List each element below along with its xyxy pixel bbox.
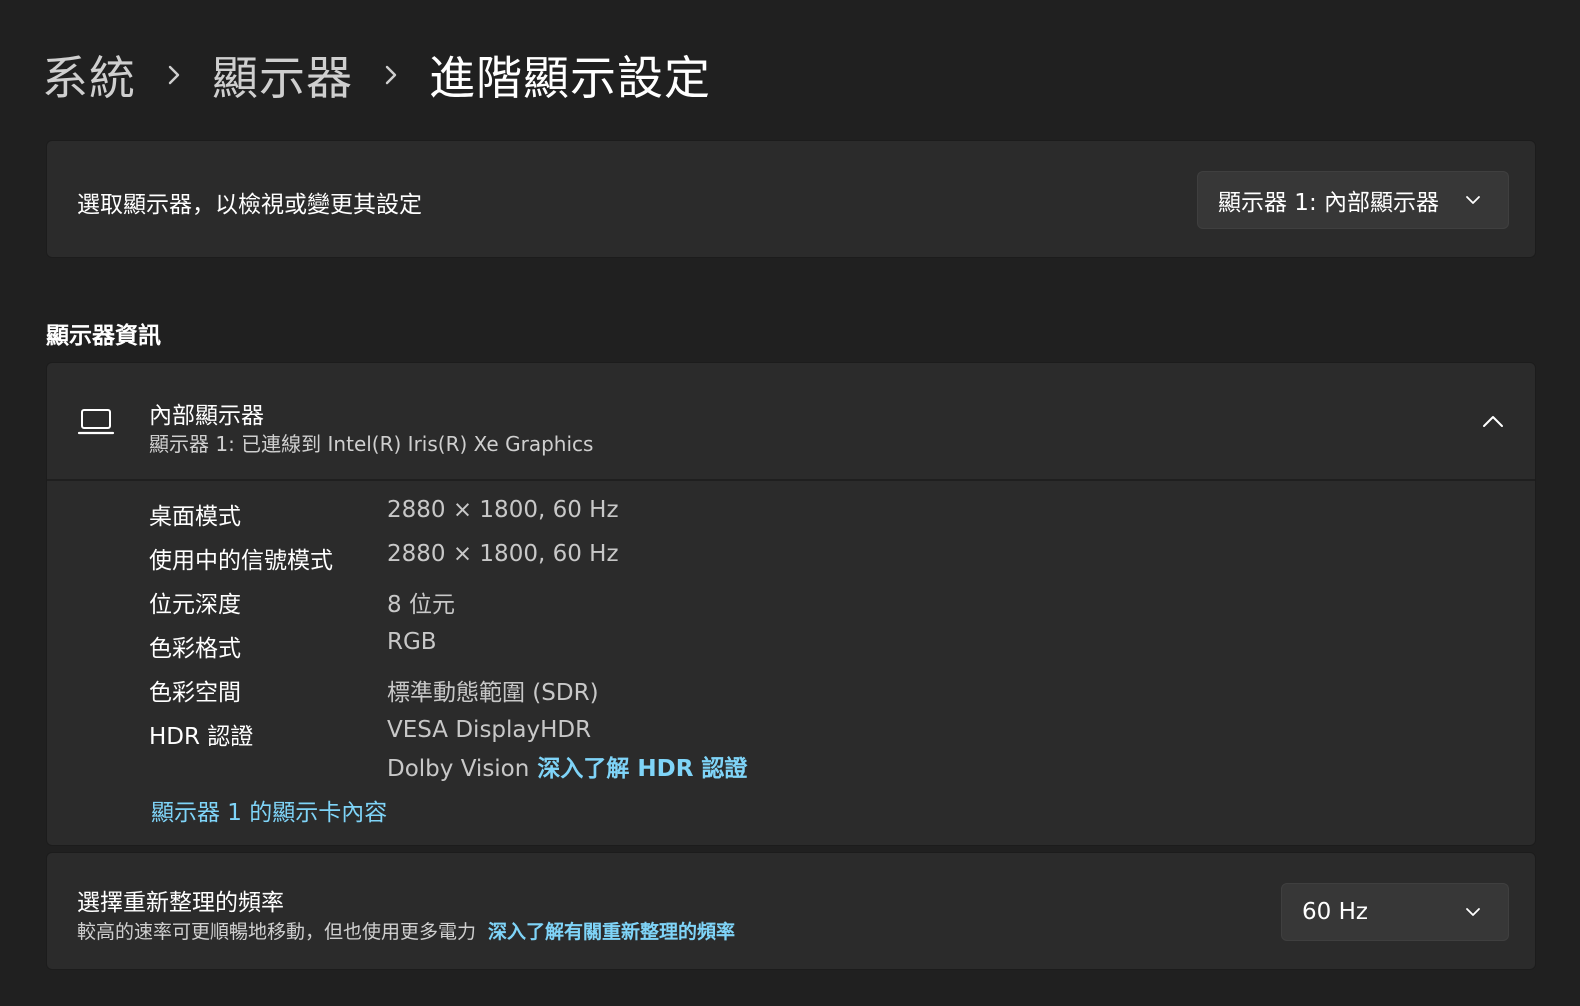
chevron-down-icon xyxy=(1466,908,1480,916)
select-display-card: 選取顯示器，以檢視或變更其設定 顯示器 1: 內部顯示器 xyxy=(46,140,1536,258)
info-value: 標準動態範圍 (SDR) xyxy=(387,680,599,706)
breadcrumb: 系統 顯示器 進階顯示設定 xyxy=(42,40,711,110)
info-value: VESA DisplayHDR xyxy=(387,717,592,743)
chevron-right-icon xyxy=(136,64,212,86)
refresh-rate-dropdown[interactable]: 60 Hz xyxy=(1281,883,1509,941)
info-value: 2880 × 1800, 60 Hz xyxy=(387,497,619,523)
refresh-rate-description: 較高的速率可更順暢地移動，但也使用更多電力 深入了解有關重新整理的頻率 xyxy=(77,917,735,944)
info-key: 色彩空間 xyxy=(149,680,241,706)
refresh-rate-description-text: 較高的速率可更順暢地移動，但也使用更多電力 xyxy=(77,921,477,943)
display-select-value: 顯示器 1: 內部顯示器 xyxy=(1218,190,1440,216)
section-title-display-info: 顯示器資訊 xyxy=(46,323,161,349)
chevron-up-icon xyxy=(1483,416,1503,427)
info-key: HDR 認證 xyxy=(149,724,254,750)
refresh-rate-learn-more-link[interactable]: 深入了解有關重新整理的頻率 xyxy=(488,921,735,943)
info-value: 2880 × 1800, 60 Hz xyxy=(387,541,619,567)
info-value-dolby-vision: Dolby Vision 深入了解 HDR 認證 xyxy=(387,749,747,783)
display-name: 內部顯示器 xyxy=(149,403,264,429)
chevron-right-icon xyxy=(353,64,429,86)
hdr-learn-more-link[interactable]: 深入了解 HDR 認證 xyxy=(537,756,747,782)
select-display-label: 選取顯示器，以檢視或變更其設定 xyxy=(77,192,422,218)
info-key: 使用中的信號模式 xyxy=(149,548,333,574)
page-title: 進階顯示設定 xyxy=(429,51,711,105)
refresh-rate-title: 選擇重新整理的頻率 xyxy=(77,890,284,916)
refresh-rate-value: 60 Hz xyxy=(1302,899,1368,925)
laptop-icon xyxy=(77,409,115,435)
display-select-dropdown[interactable]: 顯示器 1: 內部顯示器 xyxy=(1197,171,1509,229)
collapse-button[interactable] xyxy=(1477,405,1509,437)
chevron-down-icon xyxy=(1466,196,1480,204)
display-info-header[interactable]: 內部顯示器 顯示器 1: 已連線到 Intel(R) Iris(R) Xe Gr… xyxy=(47,363,1535,481)
refresh-rate-card: 選擇重新整理的頻率 較高的速率可更順暢地移動，但也使用更多電力 深入了解有關重新整… xyxy=(46,852,1536,970)
info-value: RGB xyxy=(387,629,437,655)
display-info-details: 桌面模式 2880 × 1800, 60 Hz 使用中的信號模式 2880 × … xyxy=(47,483,1535,845)
display-connection: 顯示器 1: 已連線到 Intel(R) Iris(R) Xe Graphics xyxy=(149,432,594,456)
info-key: 位元深度 xyxy=(149,592,241,618)
breadcrumb-item-display[interactable]: 顯示器 xyxy=(212,42,353,108)
info-value: 8 位元 xyxy=(387,592,455,618)
info-key: 桌面模式 xyxy=(149,504,241,530)
display-info-card: 內部顯示器 顯示器 1: 已連線到 Intel(R) Iris(R) Xe Gr… xyxy=(46,362,1536,846)
adapter-properties-link[interactable]: 顯示器 1 的顯示卡內容 xyxy=(151,793,387,827)
breadcrumb-item-system[interactable]: 系統 xyxy=(42,42,136,108)
info-key: 色彩格式 xyxy=(149,636,241,662)
dolby-vision-text: Dolby Vision xyxy=(387,756,530,782)
